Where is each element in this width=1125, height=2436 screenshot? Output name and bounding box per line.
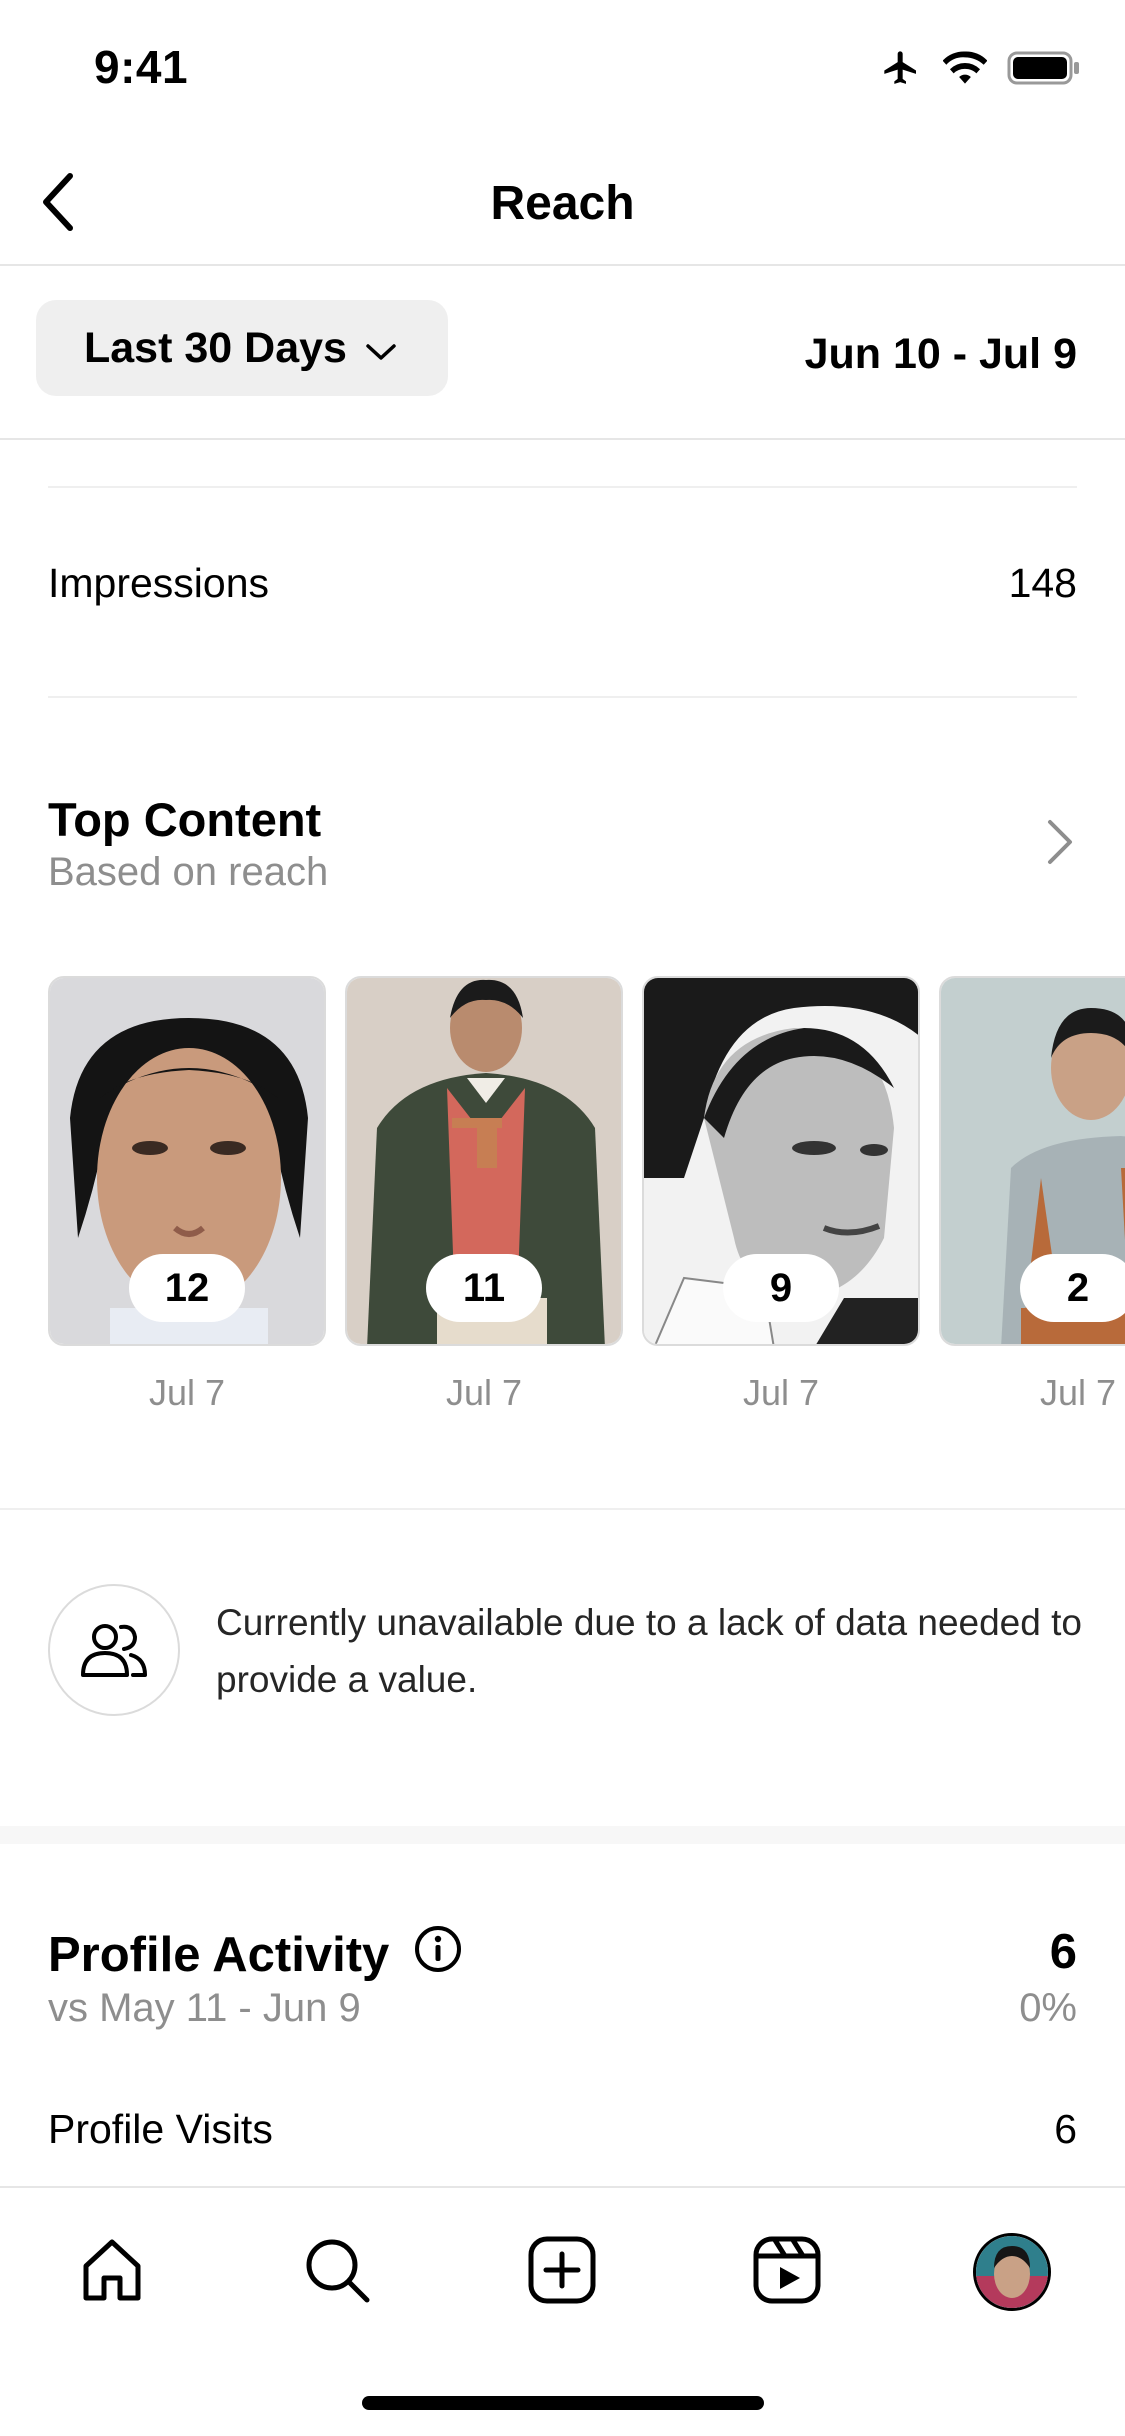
section-separator (0, 1826, 1125, 1844)
reels-icon (751, 2234, 823, 2311)
post-thumbnail[interactable]: 11 (345, 976, 623, 1346)
search-icon (301, 2234, 373, 2311)
tab-reels[interactable] (739, 2224, 835, 2320)
status-time: 9:41 (94, 41, 189, 93)
navigation-bar: Reach (0, 140, 1125, 266)
battery-icon (1007, 50, 1081, 86)
post-date: Jul 7 (742, 1372, 820, 1413)
status-icons (879, 48, 1081, 88)
chevron-down-icon (365, 324, 397, 373)
top-content-item[interactable]: 12 Jul 7 (48, 976, 326, 1414)
post-date: Jul 7 (1039, 1372, 1117, 1413)
profile-visits-label: Profile Visits (48, 2106, 273, 2152)
people-icon (48, 1584, 180, 1716)
create-icon (526, 2234, 598, 2311)
page-title: Reach (490, 177, 635, 230)
date-range-dropdown[interactable]: Last 30 Days (36, 300, 448, 396)
filter-row: Last 30 Days Jun 10 - Jul 9 (0, 268, 1125, 440)
tab-create[interactable] (514, 2224, 610, 2320)
top-content-chevron-icon[interactable] (1045, 818, 1075, 871)
post-thumbnail[interactable]: 9 (642, 976, 920, 1346)
home-indicator (362, 2396, 764, 2410)
divider (0, 1508, 1125, 1510)
home-icon (76, 2234, 148, 2311)
tab-home[interactable] (64, 2224, 160, 2320)
post-thumbnail[interactable]: 2 (939, 976, 1125, 1346)
top-content-subtitle: Based on reach (48, 850, 329, 894)
unavailable-notice: Currently unavailable due to a lack of d… (216, 1602, 1082, 1700)
wifi-icon (943, 51, 987, 85)
divider (48, 486, 1077, 488)
profile-activity-comparison: vs May 11 - Jun 9 (48, 1986, 361, 2030)
reach-count-badge: 12 (129, 1254, 245, 1322)
reach-count-badge: 9 (723, 1254, 839, 1322)
top-content-item[interactable]: 2 Jul 7 (939, 976, 1125, 1414)
profile-activity-title: Profile Activity (48, 1924, 463, 1986)
post-thumbnail[interactable]: 12 (48, 976, 326, 1346)
post-date: Jul 7 (445, 1372, 523, 1413)
impressions-value: 148 (1008, 560, 1077, 606)
profile-activity-change: 0% (1019, 1986, 1077, 2030)
status-bar: 9:41 (0, 0, 1125, 140)
profile-activity-label: Profile Activity (48, 1928, 390, 1982)
profile-visits-value: 6 (1054, 2106, 1077, 2152)
date-range-label: Last 30 Days (84, 323, 347, 372)
profile-activity-value: 6 (1049, 1925, 1077, 1979)
top-content-item[interactable]: 11 Jul 7 (345, 976, 623, 1414)
airplane-icon (879, 48, 923, 88)
top-content-carousel[interactable]: 12 Jul 7 11 Jul 7 9 Jul 7 2 Jul 7 (48, 976, 1125, 1436)
reach-count-badge: 2 (1020, 1254, 1125, 1322)
post-date: Jul 7 (148, 1372, 226, 1413)
top-content-title: Top Content (48, 793, 322, 846)
info-icon[interactable] (413, 1924, 463, 1986)
date-range-text: Jun 10 - Jul 9 (804, 330, 1077, 378)
impressions-label: Impressions (48, 560, 270, 606)
reach-count-badge: 11 (426, 1254, 542, 1322)
tab-profile[interactable] (964, 2224, 1060, 2320)
profile-avatar (973, 2233, 1051, 2311)
tab-search[interactable] (289, 2224, 385, 2320)
top-content-item[interactable]: 9 Jul 7 (642, 976, 920, 1414)
divider (48, 696, 1077, 698)
